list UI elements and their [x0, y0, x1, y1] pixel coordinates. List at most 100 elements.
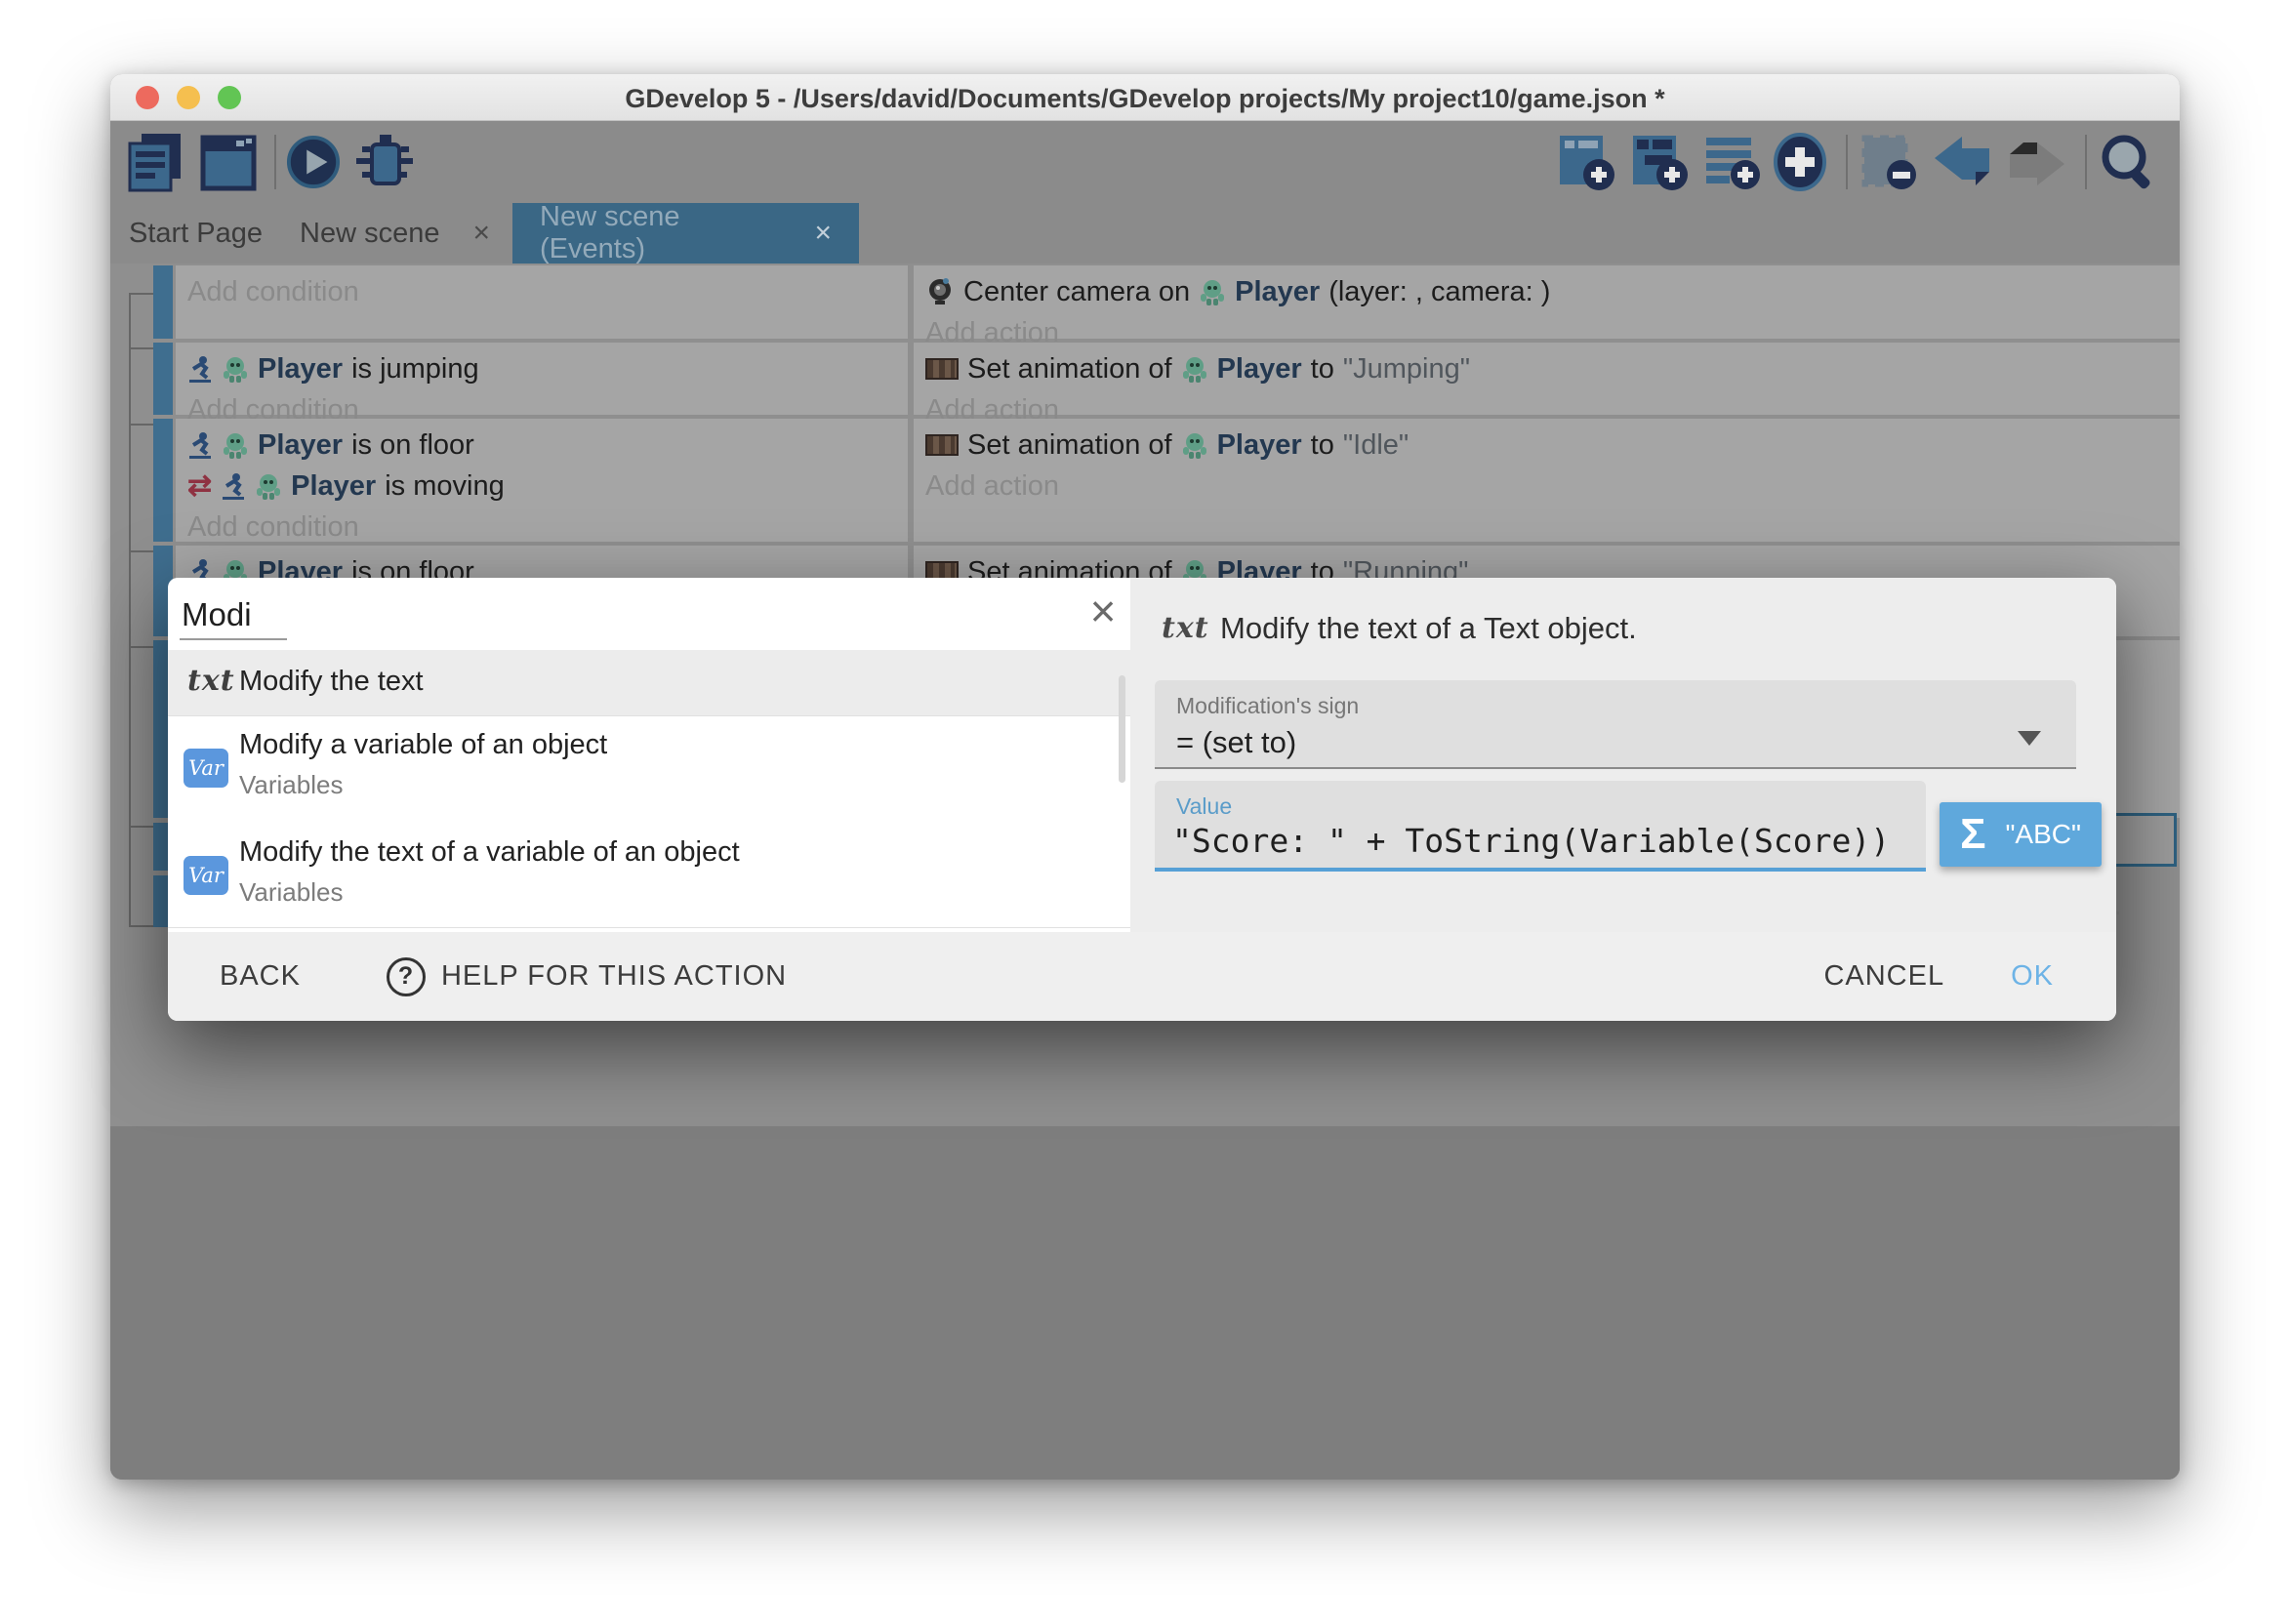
action-cell[interactable]: Set animation of Player to "Jumping" Add… — [914, 343, 2180, 415]
add-condition-link[interactable]: Add condition — [187, 507, 908, 548]
list-item-modify-the-text[interactable]: txt Modify the text — [168, 650, 1130, 715]
action-text: (layer: , camera: ) — [1328, 276, 1550, 308]
undo-button[interactable] — [1933, 131, 1993, 193]
debug-icon — [354, 133, 415, 191]
add-condition-link[interactable]: Add condition — [187, 271, 908, 312]
field-label: Value — [1176, 793, 1232, 820]
add-event-icon — [1558, 132, 1616, 192]
condition-cell[interactable]: Player is jumping Add condition — [176, 343, 908, 415]
condition-cell[interactable]: Player is on floor ⇄ Player is moving A — [176, 419, 908, 542]
event-bar[interactable] — [153, 343, 173, 415]
add-subevent-button[interactable] — [1630, 131, 1691, 193]
toolbar-divider — [1846, 135, 1848, 189]
action-text: to — [1311, 353, 1334, 386]
list-divider — [168, 927, 1130, 928]
list-item-subtitle: Variables — [239, 877, 343, 908]
condition-is-jumping[interactable]: Player is jumping — [187, 348, 908, 389]
object-name: Player — [291, 470, 376, 503]
add-action-link[interactable]: Add action — [925, 466, 2180, 507]
player-object-icon — [1181, 354, 1208, 384]
object-name: Player — [258, 353, 343, 386]
value-expression-field[interactable]: Value "Score: " + ToString(Variable(Scor… — [1155, 781, 1926, 872]
help-button[interactable]: HELP FOR THIS ACTION — [441, 960, 787, 993]
add-something-icon — [1770, 132, 1830, 192]
back-button[interactable]: BACK — [220, 960, 301, 993]
expression-builder-button[interactable]: Σ "ABC" — [1940, 802, 2102, 867]
add-comment-button[interactable] — [1703, 131, 1764, 193]
redo-icon — [2006, 133, 2066, 191]
event-bar[interactable] — [153, 419, 173, 542]
list-scrollbar[interactable] — [1119, 675, 1125, 783]
preview-play-button[interactable] — [286, 131, 341, 193]
modification-sign-select[interactable]: Modification's sign = (set to) — [1155, 680, 2076, 769]
list-item-label: Modify the text of a variable of an obje… — [239, 836, 740, 869]
player-object-icon — [222, 430, 249, 460]
close-tab-icon[interactable]: × — [814, 217, 832, 250]
add-event-button[interactable] — [1557, 131, 1617, 193]
text-object-icon: txt — [187, 664, 235, 698]
tab-label: Start Page — [129, 218, 263, 250]
project-manager-button[interactable] — [125, 131, 185, 193]
condition-cell[interactable]: Add condition — [176, 265, 908, 339]
event-bar[interactable] — [153, 265, 173, 339]
action-detail-panel: txt Modify the text of a Text object. Mo… — [1130, 578, 2116, 932]
list-item-modify-variable-of-object[interactable]: Var Modify a variable of an object Varia… — [168, 715, 1130, 825]
platformer-behavior-icon — [187, 355, 213, 383]
close-dialog-button[interactable]: × — [1076, 584, 1130, 638]
tab-new-scene[interactable]: New scene × — [300, 203, 490, 264]
project-manager-icon — [126, 132, 184, 192]
main-toolbar — [110, 121, 2180, 203]
action-text: Set animation of — [967, 429, 1172, 462]
player-object-icon — [255, 471, 282, 501]
add-something-button[interactable] — [1770, 131, 1830, 193]
variable-icon: Var — [184, 749, 228, 788]
debug-button[interactable] — [354, 131, 415, 193]
action-cell[interactable]: Set animation of Player to "Idle" Add ac… — [914, 419, 2180, 542]
condition-text: is jumping — [351, 353, 479, 386]
action-set-animation[interactable]: Set animation of Player to "Jumping" — [925, 348, 2180, 389]
help-icon[interactable]: ? — [387, 957, 426, 996]
toolbar-divider — [2085, 135, 2087, 189]
action-text: Set animation of — [967, 353, 1172, 386]
condition-is-moving[interactable]: ⇄ Player is moving — [187, 466, 908, 507]
tab-start-page[interactable]: Start Page — [129, 203, 263, 264]
platformer-behavior-icon — [221, 472, 246, 500]
ok-button[interactable]: OK — [2011, 960, 2054, 993]
animation-icon — [925, 434, 959, 456]
list-item-label: Modify a variable of an object — [239, 729, 607, 761]
tab-new-scene-events[interactable]: New scene (Events) × — [512, 203, 859, 264]
tab-label: New scene — [300, 218, 439, 250]
window-title: GDevelop 5 - /Users/david/Documents/GDev… — [110, 84, 2180, 114]
condition-text: is on floor — [351, 429, 474, 462]
expression-value: "Score: " + ToString(Variable(Score)) — [1172, 822, 1890, 860]
scene-editor-button[interactable] — [198, 131, 259, 193]
remove-selection-button[interactable] — [1859, 131, 1920, 193]
player-object-icon — [222, 354, 249, 384]
toolbar-divider — [274, 135, 276, 189]
object-name: Player — [1217, 429, 1302, 462]
variable-icon: Var — [184, 856, 228, 895]
action-cell[interactable]: Center camera on Player (layer: , camera… — [914, 265, 2180, 339]
search-actions-input[interactable] — [182, 591, 1060, 638]
condition-text: is moving — [385, 470, 505, 503]
action-center-camera[interactable]: Center camera on Player (layer: , camera… — [925, 271, 2180, 312]
player-object-icon — [1199, 277, 1226, 306]
chevron-down-icon — [2018, 731, 2041, 746]
window-titlebar[interactable]: GDevelop 5 - /Users/david/Documents/GDev… — [110, 74, 2180, 121]
action-set-animation[interactable]: Set animation of Player to "Idle" — [925, 425, 2180, 466]
action-text: Center camera on — [963, 276, 1190, 308]
condition-on-floor[interactable]: Player is on floor — [187, 425, 908, 466]
sigma-icon: Σ — [1960, 810, 1985, 859]
list-item-modify-text-of-variable[interactable]: Var Modify the text of a variable of an … — [168, 825, 1130, 927]
invert-condition-icon: ⇄ — [187, 471, 212, 501]
list-item-subtitle: Variables — [239, 770, 343, 800]
close-tab-icon[interactable]: × — [472, 217, 490, 250]
instruction-editor-dialog: × txt Modify the text Var Modify a varia… — [168, 578, 2116, 1021]
redo-button[interactable] — [2006, 131, 2066, 193]
search-icon — [2099, 132, 2159, 192]
search-events-button[interactable] — [2099, 131, 2159, 193]
action-text: to — [1311, 429, 1334, 462]
animation-icon — [925, 358, 959, 380]
cancel-button[interactable]: CANCEL — [1823, 960, 1944, 993]
string-param: "Idle" — [1343, 429, 1409, 462]
